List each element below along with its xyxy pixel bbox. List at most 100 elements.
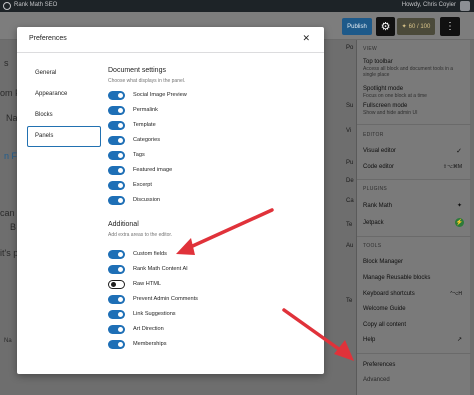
tab-panels[interactable]: Panels (27, 126, 101, 147)
option-label: Discussion (133, 197, 161, 203)
check-icon: ✓ (456, 148, 462, 155)
menu-item-label: Visual editor (363, 148, 396, 154)
section-title-document-settings: Document settings (108, 67, 166, 74)
modal-header: Preferences ✕ (17, 27, 324, 53)
menu-item-label: Welcome Guide (363, 306, 406, 312)
menu-item-label: Help (363, 337, 376, 343)
toggle-switch[interactable] (108, 195, 125, 205)
menu-item-jetpack[interactable]: Jetpack (363, 220, 467, 226)
background-text: s (4, 58, 9, 68)
option-row[interactable]: Raw HTML (108, 279, 228, 289)
option-label: Prevent Admin Comments (133, 296, 198, 302)
option-row[interactable]: Memberships (108, 339, 228, 349)
rank-math-score-button[interactable]: ✦ 60 / 100 (397, 18, 435, 35)
option-label: Raw HTML (133, 281, 161, 287)
menu-item-copy-all-content[interactable]: Copy all content (363, 322, 467, 328)
admin-bar-rank-math-link[interactable]: Rank Math SEO (14, 2, 57, 8)
toggle-switch[interactable] (108, 279, 125, 289)
option-row[interactable]: Link Suggestions (108, 309, 228, 319)
background-text: Na (4, 338, 12, 344)
toggle-switch[interactable] (108, 120, 125, 130)
tab-appearance[interactable]: Appearance (27, 84, 101, 105)
menu-item-description: Show and hide admin UI (363, 110, 418, 116)
toggle-switch[interactable] (108, 135, 125, 145)
background-text: Po (346, 45, 354, 51)
option-row[interactable]: Tags (108, 150, 228, 160)
option-label: Featured image (133, 167, 173, 173)
menu-item-label: Code editor (363, 164, 395, 170)
toggle-switch[interactable] (108, 105, 125, 115)
menu-item-label: Preferences (363, 362, 396, 368)
option-row[interactable]: Template (108, 120, 228, 130)
menu-item-manage-reusable-blocks[interactable]: Manage Reusable blocks (363, 275, 467, 281)
publish-button[interactable]: Publish (342, 18, 372, 35)
background-text: Vi (346, 128, 352, 134)
toggle-switch[interactable] (108, 150, 125, 160)
background-text: Na (6, 113, 18, 123)
toggle-switch[interactable] (108, 294, 125, 304)
menu-item-label: Spotlight mode (363, 86, 404, 92)
menu-item-fullscreen-mode[interactable]: Fullscreen mode Show and hide admin UI (363, 103, 467, 116)
menu-item-partial[interactable]: Advanced (363, 377, 467, 383)
menu-item-label: Advanced (363, 377, 390, 383)
section-title-additional: Additional (108, 221, 139, 228)
menu-item-top-toolbar[interactable]: Top toolbar Access all block and documen… (363, 59, 467, 78)
menu-item-preferences[interactable]: Preferences (363, 362, 467, 368)
option-label: Excerpt (133, 182, 152, 188)
tab-general[interactable]: General (27, 63, 101, 84)
background-text: Pu (346, 160, 354, 166)
external-link-icon: ↗ (456, 337, 462, 343)
avatar[interactable] (460, 1, 470, 11)
option-label: Tags (133, 152, 145, 158)
toggle-switch[interactable] (108, 180, 125, 190)
menu-item-label: Block Manager (363, 259, 404, 265)
menu-heading-tools: TOOLS (363, 243, 382, 249)
tab-blocks[interactable]: Blocks (27, 105, 101, 126)
toggle-switch[interactable] (108, 165, 125, 175)
menu-item-help[interactable]: Help (363, 337, 467, 343)
menu-item-rank-math[interactable]: Rank Math (363, 203, 467, 209)
menu-item-label: Manage Reusable blocks (363, 275, 431, 281)
menu-heading-view: VIEW (363, 46, 377, 52)
background-text: B (10, 222, 17, 232)
option-row[interactable]: Rank Math Content AI (108, 264, 228, 274)
modal-title: Preferences (29, 35, 67, 42)
rank-math-icon: ✦ (401, 24, 407, 30)
option-row[interactable]: Custom fields (108, 249, 228, 259)
option-row[interactable]: Social Image Preview (108, 90, 228, 100)
jetpack-icon: ⚡ (455, 218, 464, 227)
menu-item-welcome-guide[interactable]: Welcome Guide (363, 306, 467, 312)
toggle-switch[interactable] (108, 264, 125, 274)
option-row[interactable]: Art Direction (108, 324, 228, 334)
close-icon[interactable]: ✕ (302, 33, 310, 44)
option-row[interactable]: Discussion (108, 195, 228, 205)
option-label: Permalink (133, 107, 158, 113)
menu-item-label: Rank Math (363, 203, 393, 209)
menu-heading-editor: EDITOR (363, 132, 384, 138)
toggle-switch[interactable] (108, 339, 125, 349)
toggle-switch[interactable] (108, 324, 125, 334)
option-row[interactable]: Excerpt (108, 180, 228, 190)
menu-item-spotlight-mode[interactable]: Spotlight mode Focus on one block at a t… (363, 86, 467, 99)
rank-math-score: 60 / 100 (408, 23, 431, 30)
settings-button[interactable]: ⚙ (376, 17, 395, 36)
option-row[interactable]: Permalink (108, 105, 228, 115)
option-row[interactable]: Categories (108, 135, 228, 145)
toggle-switch[interactable] (108, 249, 125, 259)
option-row[interactable]: Featured image (108, 165, 228, 175)
admin-bar-user-greeting[interactable]: Howdy, Chris Coyier (402, 2, 456, 8)
menu-item-description: Focus on one block at a time (363, 93, 427, 99)
background-text: Te (346, 222, 353, 228)
menu-item-block-manager[interactable]: Block Manager (363, 259, 467, 265)
more-options-button[interactable]: ⋮ (440, 17, 460, 36)
menu-separator (357, 236, 471, 237)
menu-item-visual-editor[interactable]: Visual editor (363, 148, 467, 154)
toggle-switch[interactable] (108, 309, 125, 319)
menu-item-label: Fullscreen mode (363, 103, 408, 109)
rank-math-icon: ✦ (456, 203, 462, 209)
wordpress-icon[interactable] (3, 2, 11, 10)
toggle-switch[interactable] (108, 90, 125, 100)
option-row[interactable]: Prevent Admin Comments (108, 294, 228, 304)
menu-separator (357, 353, 471, 354)
option-label: Memberships (133, 341, 167, 347)
